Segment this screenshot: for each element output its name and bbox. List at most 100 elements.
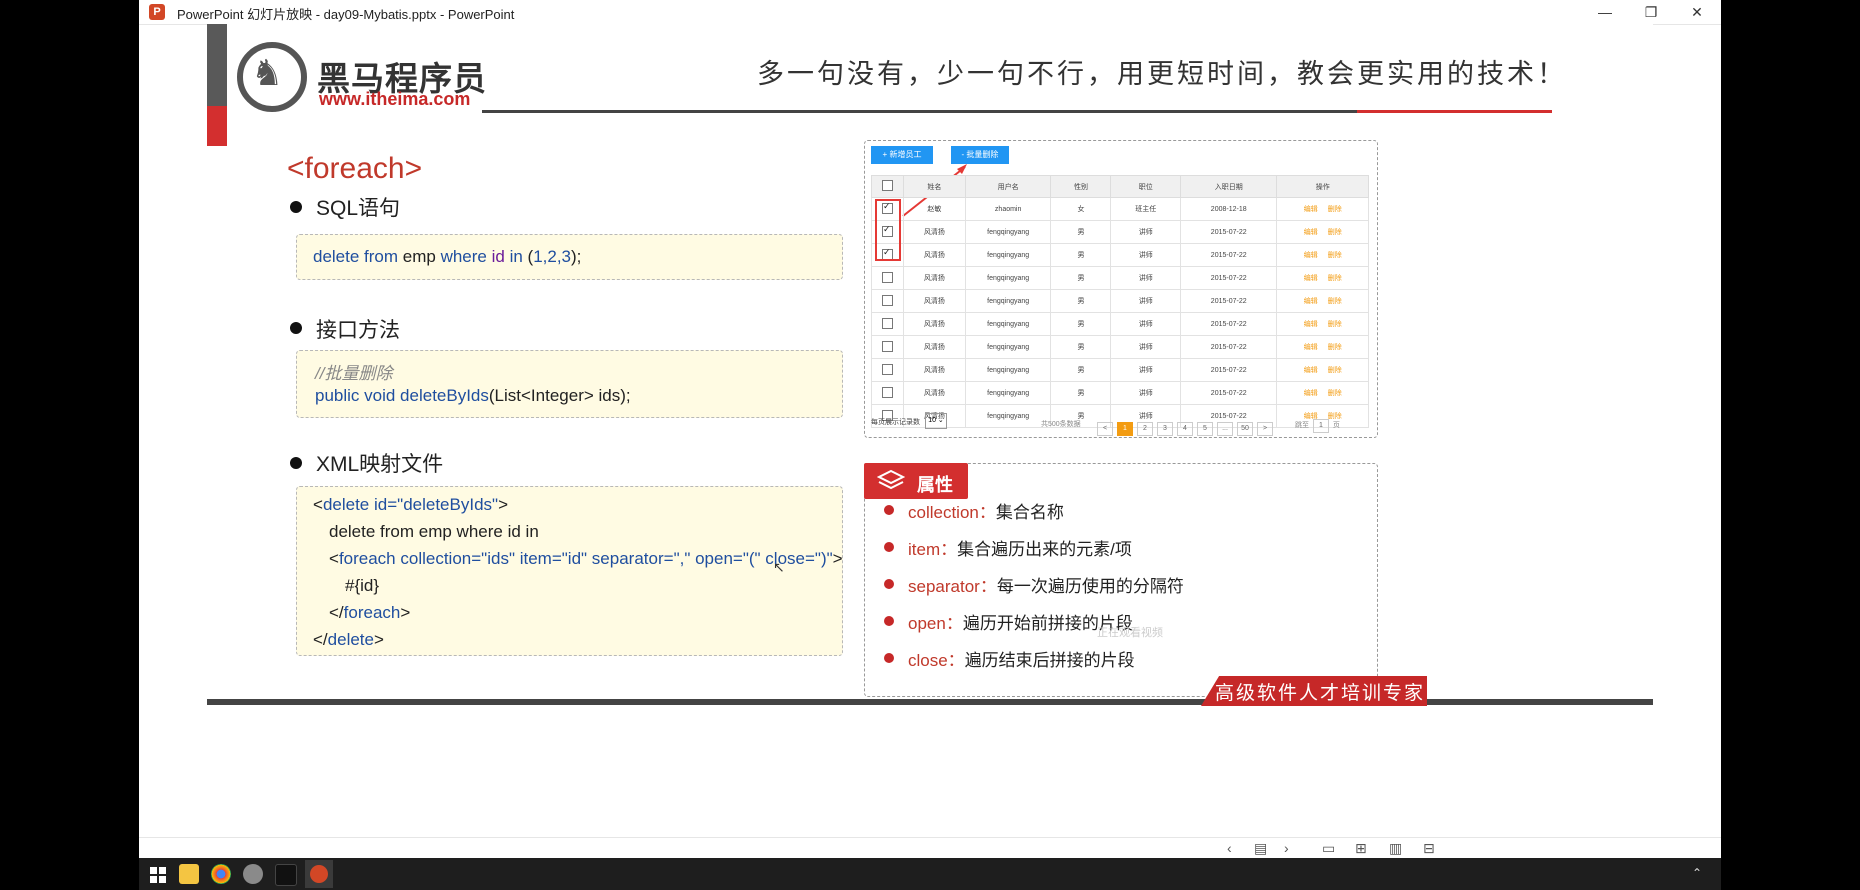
row-checkbox[interactable] [881, 363, 893, 375]
table-cell: 2015-07-22 [1179, 381, 1278, 405]
table-row: 风清扬fengqingyang男讲师2015-07-22 编辑 删除 [871, 243, 1369, 267]
chrome-icon[interactable] [211, 864, 231, 884]
next-slide-button[interactable]: › [1284, 840, 1289, 856]
column-header: 用户名 [964, 175, 1052, 198]
row-checkbox[interactable] [881, 386, 893, 398]
employee-table-panel: + 新增员工 - 批量删除 姓名用户名性别职位入职日期操作 赵敏zhaomin女… [864, 140, 1378, 438]
table-cell: 男 [1050, 220, 1112, 244]
table-cell: fengqingyang [964, 335, 1052, 359]
restore-button[interactable]: ❐ [1628, 0, 1674, 24]
delete-link[interactable]: 删除 [1328, 298, 1342, 305]
table-row: 风清扬fengqingyang男讲师2015-07-22 编辑 删除 [871, 381, 1369, 405]
edit-link[interactable]: 编辑 [1304, 298, 1318, 305]
attribute-key: open： [908, 614, 963, 633]
tray-chevron-icon[interactable]: ⌃ [1692, 866, 1702, 880]
delete-link[interactable]: 删除 [1328, 321, 1342, 328]
intellij-icon[interactable] [275, 864, 297, 886]
page-button[interactable]: < [1097, 422, 1113, 436]
table-row: 风清扬fengqingyang男讲师2015-07-22 编辑 删除 [871, 289, 1369, 313]
windows-start-icon[interactable] [150, 867, 166, 883]
interface-code-box: //批量删除 public void deleteByIds(List<Inte… [296, 350, 843, 418]
column-header: 姓名 [902, 175, 966, 198]
page-size-select[interactable]: 10 ⌄ [925, 413, 947, 429]
table-cell: 风清扬 [902, 289, 966, 313]
app-icon[interactable] [243, 864, 263, 884]
close-button[interactable]: ✕ [1674, 0, 1720, 24]
table-cell: 男 [1050, 312, 1112, 336]
delete-link[interactable]: 删除 [1328, 229, 1342, 236]
slide-sorter-icon[interactable]: ⊞ [1355, 840, 1367, 857]
table-cell: 男 [1050, 358, 1112, 382]
file-explorer-icon[interactable] [179, 864, 199, 884]
page-button[interactable]: 50 [1237, 422, 1253, 436]
bullet-icon [884, 579, 894, 589]
row-actions: 编辑 删除 [1276, 289, 1369, 313]
edit-link[interactable]: 编辑 [1304, 321, 1318, 328]
table-cell: 2015-07-22 [1179, 243, 1278, 267]
row-checkbox[interactable] [881, 271, 893, 283]
table-cell: 讲师 [1110, 358, 1181, 382]
table-cell: 风清扬 [902, 381, 966, 405]
table-cell: 男 [1050, 243, 1112, 267]
attribute-key: separator： [908, 577, 997, 596]
row-select-cell [871, 266, 904, 290]
footer-tagline: 高级软件人才培训专家 [1215, 682, 1426, 704]
bullet-icon [290, 322, 302, 334]
attribute-desc: 每一次遍历使用的分隔符 [996, 577, 1184, 596]
row-actions: 编辑 删除 [1276, 381, 1369, 405]
page-button[interactable]: 4 [1177, 422, 1193, 436]
table-row: 风清扬fengqingyang男讲师2015-07-22 编辑 删除 [871, 266, 1369, 290]
edit-link[interactable]: 编辑 [1304, 367, 1318, 374]
minimize-button[interactable]: — [1582, 0, 1628, 24]
row-checkbox[interactable] [881, 340, 893, 352]
mouse-cursor-icon: ↖ [773, 559, 785, 575]
row-actions: 编辑 删除 [1276, 266, 1369, 290]
edit-link[interactable]: 编辑 [1304, 390, 1318, 397]
table-cell: 风清扬 [902, 243, 966, 267]
page-button[interactable]: 5 [1197, 422, 1213, 436]
page-button[interactable]: 3 [1157, 422, 1173, 436]
delete-link[interactable]: 删除 [1328, 252, 1342, 259]
edit-link[interactable]: 编辑 [1304, 206, 1318, 213]
select-all-checkbox[interactable] [881, 180, 893, 191]
page-button[interactable]: 1 [1117, 422, 1133, 436]
page-button[interactable]: ... [1217, 422, 1233, 436]
table-cell: 2015-07-22 [1179, 358, 1278, 382]
powerpoint-taskbar-icon[interactable] [310, 865, 328, 883]
edit-link[interactable]: 编辑 [1304, 229, 1318, 236]
edit-link[interactable]: 编辑 [1304, 344, 1318, 351]
attribute-item: item：集合遍历出来的元素/项 [908, 535, 1132, 560]
jump-to: 跳至 1 页 [1295, 419, 1340, 433]
slideshow-view-icon[interactable]: ⊟ [1423, 840, 1435, 857]
edit-link[interactable]: 编辑 [1304, 275, 1318, 282]
delete-link[interactable]: 删除 [1328, 206, 1342, 213]
slide-menu-icon[interactable]: ▤ [1254, 840, 1267, 857]
delete-link[interactable]: 删除 [1328, 344, 1342, 351]
bullet-icon [884, 505, 894, 515]
attribute-desc: 遍历结束后拼接的片段 [964, 651, 1135, 670]
row-checkbox[interactable] [881, 317, 893, 329]
bullet-icon [884, 616, 894, 626]
xml-code-box: <delete id="deleteByIds"> delete from em… [296, 486, 843, 656]
normal-view-icon[interactable]: ▭ [1322, 840, 1335, 857]
page-button[interactable]: > [1257, 422, 1273, 436]
edit-link[interactable]: 编辑 [1304, 252, 1318, 259]
attribute-key: collection： [908, 503, 996, 522]
table-cell: fengqingyang [964, 289, 1052, 313]
pagination: <1 2 3 4 5... 50 > [1095, 417, 1275, 436]
table-cell: 2008-12-18 [1179, 197, 1278, 221]
delete-link[interactable]: 删除 [1328, 390, 1342, 397]
table-cell: 女 [1050, 197, 1112, 221]
attribute-key: close： [908, 651, 965, 670]
delete-link[interactable]: 删除 [1328, 367, 1342, 374]
jump-input[interactable]: 1 [1312, 419, 1329, 433]
attribute-item: separator：每一次遍历使用的分隔符 [908, 572, 1184, 597]
prev-slide-button[interactable]: ‹ [1227, 840, 1232, 856]
select-all-header [871, 175, 904, 198]
page-button[interactable]: 2 [1137, 422, 1153, 436]
reading-view-icon[interactable]: ▥ [1389, 840, 1402, 857]
table-cell: 讲师 [1110, 220, 1181, 244]
delete-link[interactable]: 删除 [1328, 275, 1342, 282]
row-checkbox[interactable] [881, 294, 893, 306]
taskbar: ⌃ [139, 858, 1721, 890]
